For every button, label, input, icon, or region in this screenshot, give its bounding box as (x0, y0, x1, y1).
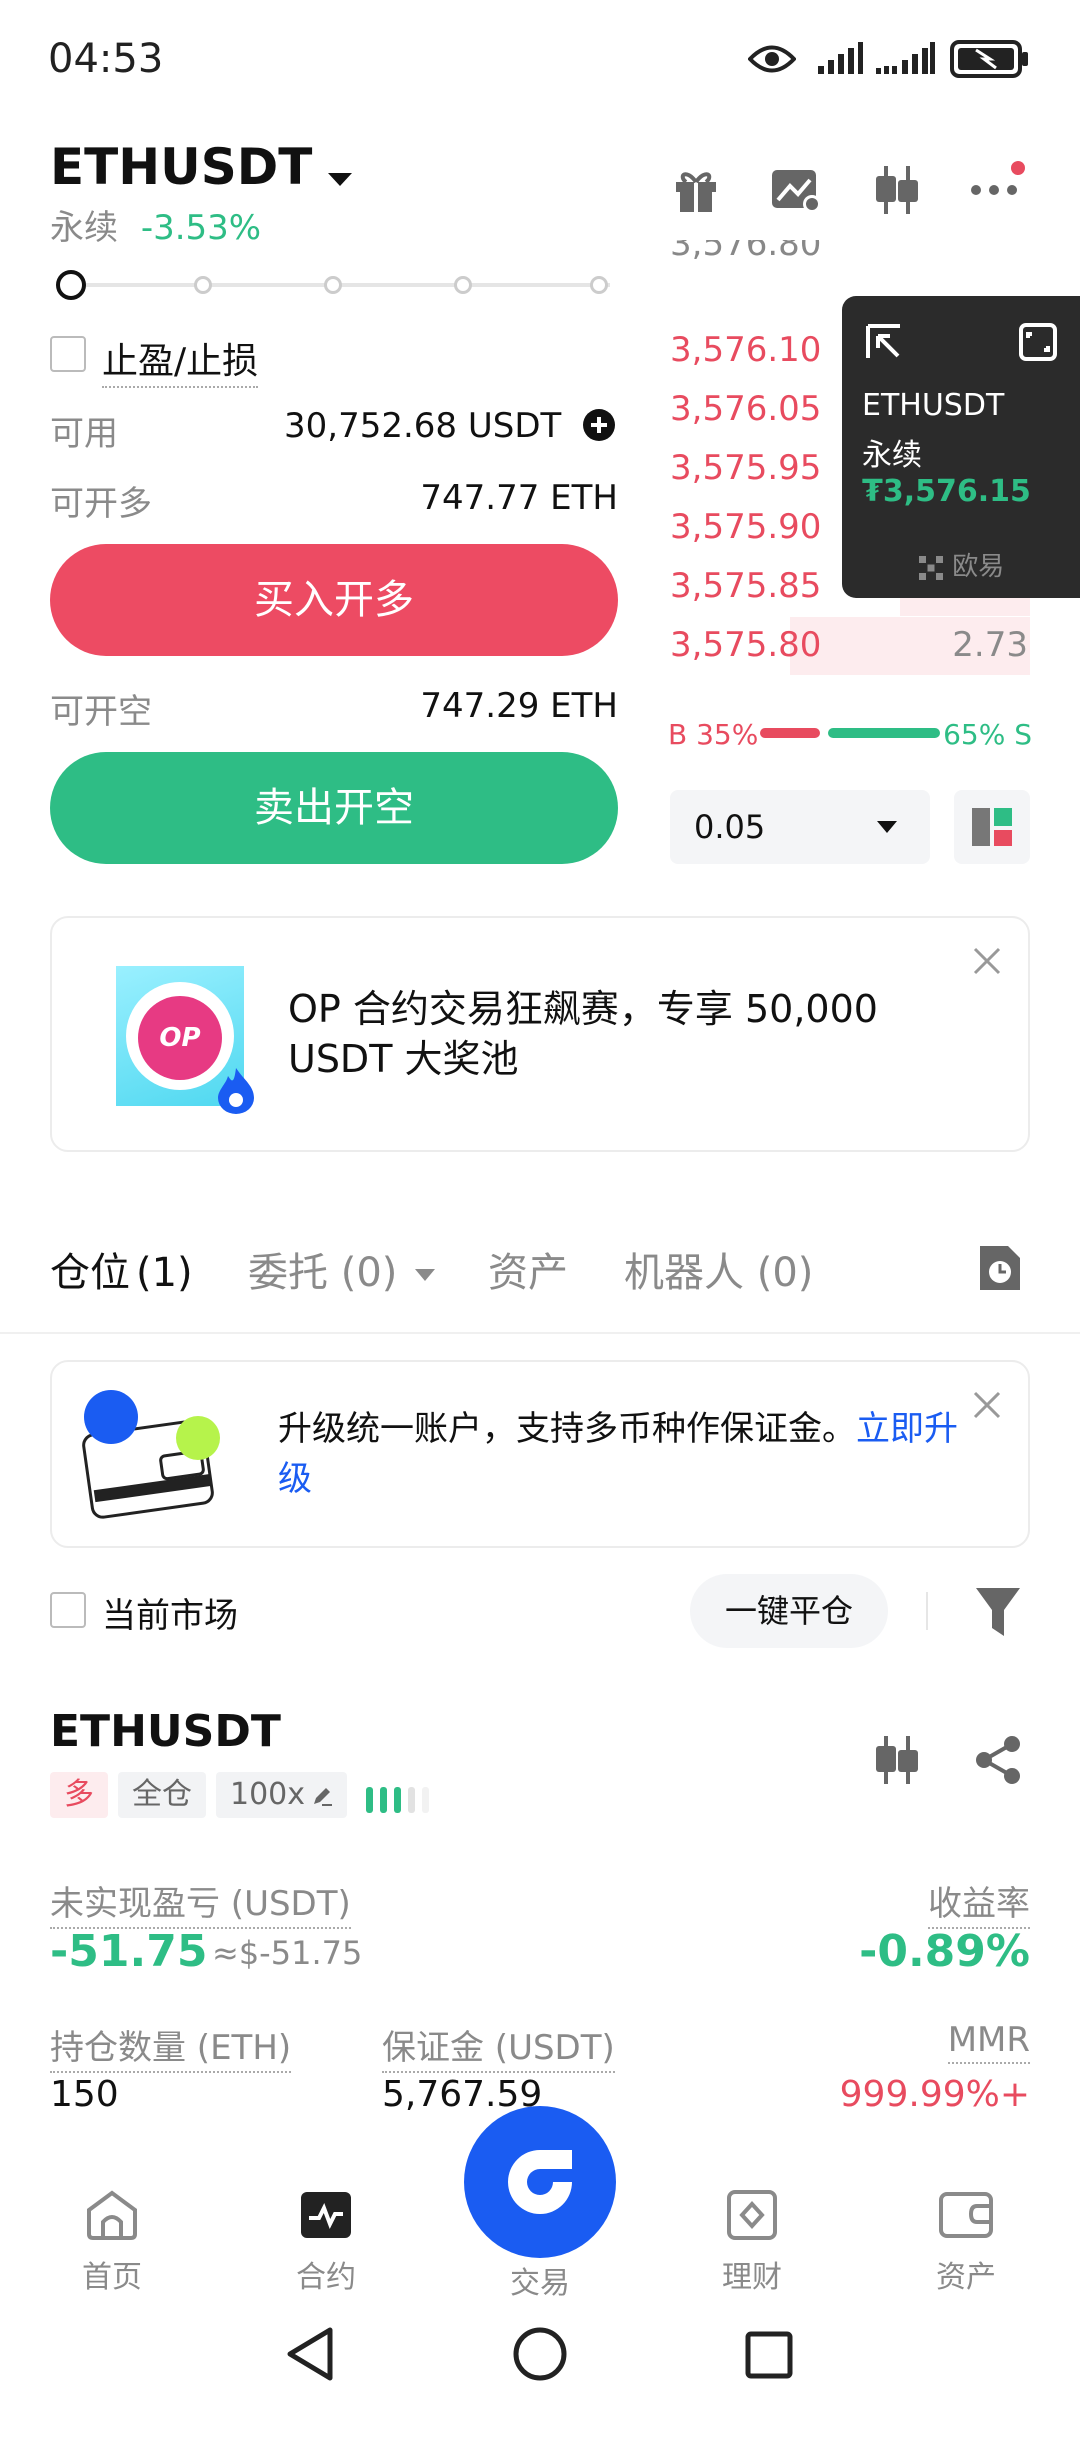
depth-step-value: 0.05 (694, 808, 766, 846)
symbol-selector[interactable]: ETHUSDT (50, 138, 353, 196)
orderbook-cutoff-row: 3,576.80 (670, 240, 822, 264)
expand-window-icon[interactable] (1018, 322, 1058, 362)
tab-positions[interactable]: 仓位 (1) (50, 1240, 193, 1298)
earn-icon (725, 2190, 779, 2240)
close-icon[interactable] (972, 946, 1002, 976)
upgrade-text: 升级统一账户，支持多币种作保证金。立即升级 (278, 1409, 958, 1499)
buy-ratio: B 35% (668, 718, 759, 751)
orderbook-layout-icon[interactable] (954, 790, 1030, 864)
positions-count: (1) (136, 1250, 193, 1296)
flame-icon (216, 1066, 256, 1114)
back-icon[interactable] (284, 2326, 336, 2382)
edit-pencil-icon (311, 1785, 333, 1807)
size-label[interactable]: 持仓数量 (ETH) (50, 2020, 292, 2073)
float-price: ₮3,576.15 (862, 474, 1031, 509)
current-market-label: 当前市场 (102, 1596, 238, 1636)
size-value: 150 (50, 2074, 119, 2115)
more-icon[interactable] (970, 160, 1026, 210)
roe-value: -0.89% (859, 1926, 1030, 1977)
promo-banner[interactable]: OP OP 合约交易狂飙赛，专享 50,000 USDT 大奖池 (50, 916, 1030, 1152)
futures-icon (299, 2190, 353, 2240)
nav-trade-label: 交易 (510, 2266, 570, 2301)
exit-window-icon[interactable] (864, 322, 904, 362)
sell-short-label: 卖出开空 (254, 785, 414, 831)
system-nav-bar (0, 2300, 1080, 2440)
tab-assets[interactable]: 资产 (488, 1240, 568, 1298)
op-promo-image: OP (116, 966, 254, 1114)
sell-ratio: 65% S (943, 718, 1032, 751)
chevron-down-icon (327, 172, 353, 188)
position-tags: 多全仓 100x (50, 1772, 446, 1818)
eye-icon (748, 44, 796, 74)
float-brand: 欧易 (918, 546, 1004, 583)
filter-divider (926, 1592, 928, 1630)
floating-price-window[interactable]: ETHUSDT 永续 ₮3,576.15 欧易 (842, 296, 1080, 598)
gift-icon[interactable] (672, 166, 720, 214)
tabs-divider (0, 1332, 1080, 1334)
battery-icon (950, 40, 1030, 78)
sell-ratio-bar (828, 728, 940, 738)
dropdown-icon (876, 820, 898, 834)
pnl-label[interactable]: 未实现盈亏 (USDT) (50, 1876, 351, 1929)
position-symbol[interactable]: ETHUSDT (50, 1706, 281, 1757)
nav-futures[interactable]: 合约 (256, 2190, 396, 2296)
history-document-icon[interactable] (976, 1242, 1022, 1294)
upgrade-account-banner[interactable]: 升级统一账户，支持多币种作保证金。立即升级 (50, 1360, 1030, 1548)
side-tag: 多 (50, 1772, 108, 1818)
filter-funnel-icon[interactable] (974, 1586, 1022, 1638)
mmr-label[interactable]: MMR (947, 2020, 1030, 2064)
chart-image-icon[interactable] (770, 166, 822, 214)
short-max-value: 747.29 ETH (420, 686, 618, 726)
tab-bots[interactable]: 机器人 (0) (624, 1240, 813, 1298)
share-icon[interactable] (972, 1734, 1024, 1786)
pnl-usd: ≈$-51.75 (212, 1934, 363, 1972)
trade-icon (500, 2142, 580, 2222)
risk-level-bars-icon (362, 1783, 446, 1817)
candlestick-icon[interactable] (872, 1734, 922, 1786)
tab-orders[interactable]: 委托 (0) (248, 1240, 436, 1298)
float-type: 永续 (862, 438, 922, 473)
roe-label[interactable]: 收益率 (928, 1876, 1030, 1929)
short-max-label: 可开空 (50, 692, 152, 732)
float-symbol: ETHUSDT (862, 388, 1005, 423)
status-bar: 04:53 (0, 0, 1080, 120)
signal-icon-2 (874, 40, 936, 76)
caret-down-icon (414, 1268, 436, 1282)
nav-earn[interactable]: 理财 (682, 2190, 822, 2296)
op-badge: OP (138, 996, 222, 1080)
close-icon[interactable] (972, 1390, 1002, 1420)
symbol-title: ETHUSDT (50, 138, 313, 196)
ask-row[interactable]: 3,575.80 2.73 (670, 617, 1030, 675)
buy-sell-ratio: B 35% 65% S (668, 716, 1032, 752)
candlestick-icon[interactable] (872, 164, 922, 216)
sell-short-button[interactable]: 卖出开空 (50, 752, 618, 864)
home-circle-icon[interactable] (512, 2326, 568, 2382)
promo-text: OP 合约交易狂飙赛，专享 50,000 USDT 大奖池 (288, 987, 878, 1081)
home-icon (85, 2190, 139, 2240)
mmr-value: 999.99%+ (839, 2074, 1030, 2115)
nav-assets[interactable]: 资产 (896, 2190, 1036, 2296)
close-all-label: 一键平仓 (724, 1592, 853, 1630)
close-all-button[interactable]: 一键平仓 (690, 1574, 888, 1648)
status-time: 04:53 (48, 36, 164, 82)
wallet-icon (939, 2190, 993, 2240)
leverage-tag[interactable]: 100x (216, 1772, 348, 1818)
margin-label[interactable]: 保证金 (USDT) (382, 2020, 615, 2073)
pnl-value: -51.75 (50, 1926, 208, 1977)
buy-ratio-bar (760, 728, 820, 738)
okx-logo-icon (918, 555, 944, 581)
depth-step-select[interactable]: 0.05 (670, 790, 930, 864)
margin-mode-tag[interactable]: 全仓 (118, 1772, 206, 1818)
signal-icon (816, 40, 864, 76)
current-market-checkbox[interactable] (50, 1592, 86, 1628)
recents-icon[interactable] (744, 2330, 794, 2380)
nav-trade[interactable] (464, 2106, 616, 2258)
wallet-illustration (76, 1386, 226, 1526)
nav-home[interactable]: 首页 (42, 2190, 182, 2296)
